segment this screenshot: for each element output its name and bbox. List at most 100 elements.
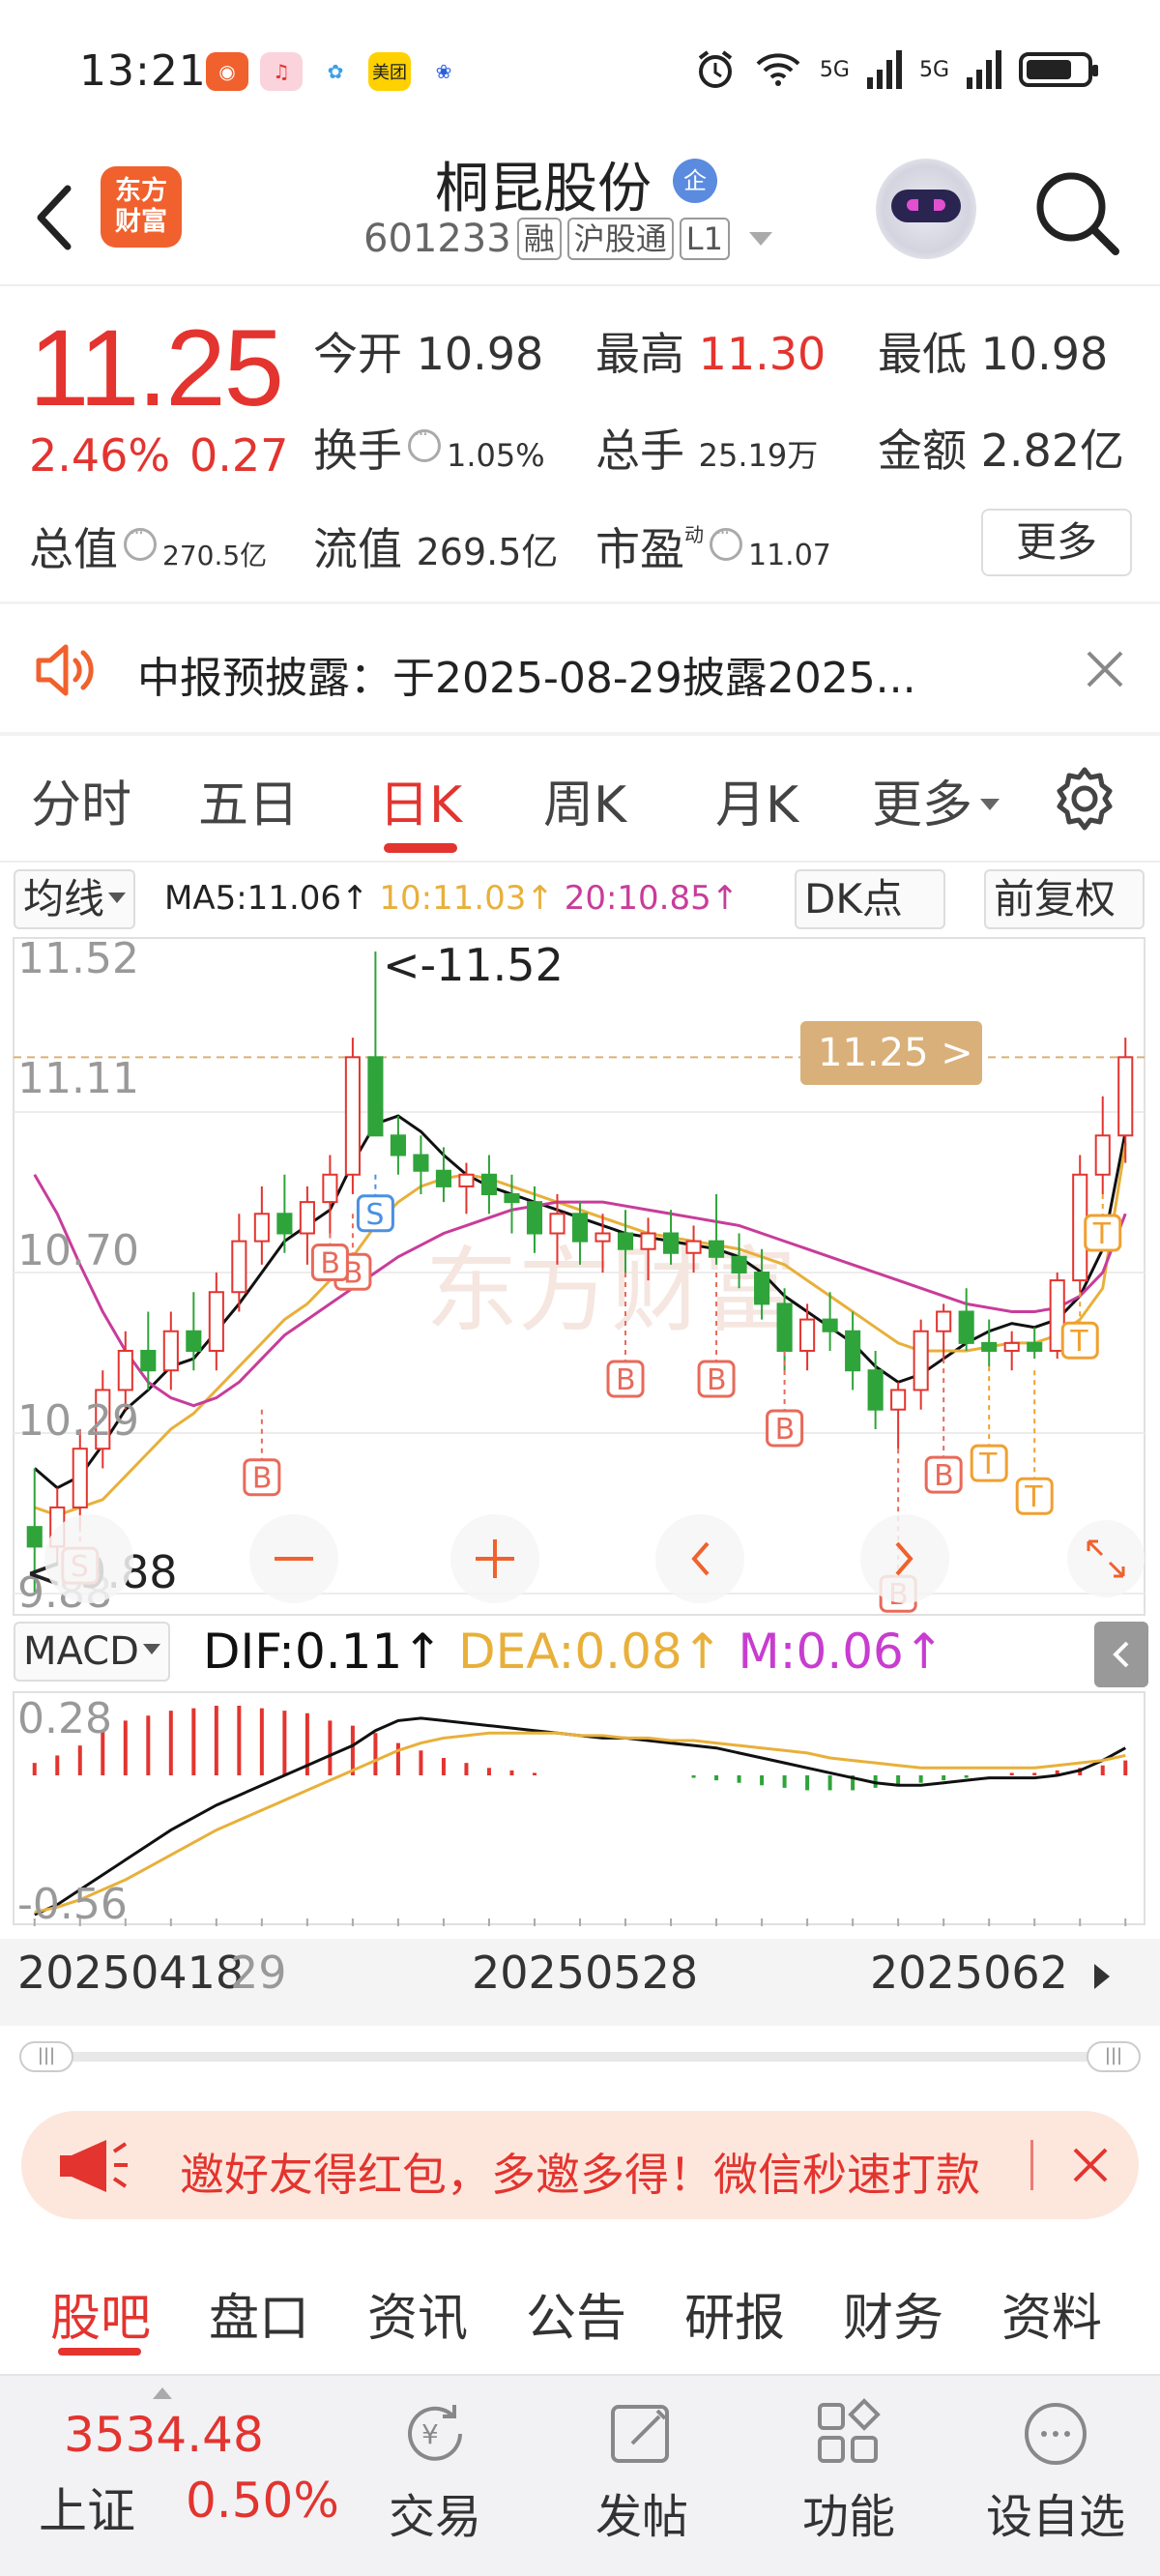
indicator-select[interactable]: 均线 <box>14 869 136 929</box>
high-field: 最高 11.30 <box>595 319 826 383</box>
pe-superscript: 动 <box>684 523 704 546</box>
candle-body <box>322 1173 338 1204</box>
macd-select[interactable]: MACD <box>14 1622 170 1682</box>
more-quote-button[interactable]: 更多 <box>981 509 1132 576</box>
candle-body <box>526 1201 543 1235</box>
high-marker: <-11.52 <box>383 939 564 991</box>
caret-down-icon <box>108 893 127 903</box>
close-icon[interactable] <box>1081 645 1129 693</box>
date-label-4: 20250624 <box>870 1947 1069 1999</box>
tab-five-day[interactable]: 五日 <box>198 764 299 836</box>
info-icon[interactable] <box>408 423 441 462</box>
tab-profile[interactable]: 资料 <box>1001 2277 1102 2350</box>
tab-news[interactable]: 资讯 <box>367 2277 468 2350</box>
dea-value: DEA:0.08↑ <box>458 1624 723 1680</box>
candle-body <box>26 1526 43 1548</box>
assistant-robot-icon[interactable] <box>876 159 976 259</box>
candle-body <box>731 1255 747 1273</box>
low-value: 10.98 <box>980 328 1109 380</box>
caret-up-icon <box>153 2387 172 2399</box>
status-bar: 13:21 ◉ ♫ ✿ 美团 ❀ 5G 5G <box>0 0 1160 145</box>
tab-research[interactable]: 研报 <box>684 2277 785 2350</box>
tab-announcements[interactable]: 公告 <box>526 2277 626 2350</box>
trade-icon: ¥ <box>408 2405 462 2461</box>
functions-button[interactable]: 功能 <box>771 2395 926 2546</box>
price-adjust-select[interactable]: 前复权 <box>984 869 1145 929</box>
open-label: 今开 <box>313 328 402 380</box>
search-icon[interactable] <box>1029 164 1125 261</box>
status-indicators: 5G 5G <box>694 48 1098 91</box>
pinwheel-icon: ✿ <box>314 52 357 91</box>
tab-forum[interactable]: 股吧 <box>50 2277 151 2350</box>
candle-body <box>208 1291 224 1352</box>
gear-icon[interactable] <box>1052 766 1117 832</box>
macd-y-tick-max: 0.28 <box>17 1694 112 1743</box>
chevron-down-icon[interactable] <box>748 232 772 246</box>
candle-body <box>1117 1056 1134 1137</box>
signal-label: B <box>775 1413 796 1447</box>
tab-daily-k[interactable]: 日K <box>379 764 462 836</box>
scroll-handle-left[interactable]: ||| <box>19 2041 73 2072</box>
index-percent[interactable]: 0.50% <box>186 2473 339 2529</box>
percent-change: 2.46% <box>29 429 171 482</box>
invite-banner[interactable]: 邀好友得红包，多邀多得！微信秒速打款 <box>21 2111 1139 2219</box>
chart-range-scrollbar[interactable]: ||| ||| <box>19 2041 1141 2072</box>
pan-right-button[interactable] <box>860 1514 949 1603</box>
enterprise-badge: 企 <box>673 159 717 203</box>
candle-body <box>1094 1134 1111 1176</box>
low-label: 最低 <box>878 328 967 380</box>
chart-indicator-row: 均线 MA5:11.06↑ 10:11.03↑ 20:10.85↑ DK点 前复… <box>0 865 1160 935</box>
candle-body <box>617 1232 634 1250</box>
add-watchlist-button[interactable]: 设自选 <box>978 2395 1133 2546</box>
pe-value: 11.07 <box>748 539 831 572</box>
y-tick-4: 10.29 <box>17 1396 139 1446</box>
svg-text:¥: ¥ <box>421 2418 439 2450</box>
tab-weekly-k[interactable]: 周K <box>543 764 626 836</box>
pan-left-button[interactable] <box>655 1514 744 1603</box>
close-icon[interactable] <box>1069 2144 1112 2186</box>
signal-label: T <box>1092 1217 1112 1251</box>
info-icon[interactable] <box>710 521 742 561</box>
collapse-panel-button[interactable] <box>1094 1622 1148 1687</box>
turnover-field: 换手 1.05% <box>313 416 545 480</box>
play-right-icon[interactable] <box>1083 1952 1121 2001</box>
index-name[interactable]: 上证 <box>39 2473 135 2542</box>
turnover-value: 1.05% <box>447 437 545 474</box>
tab-more[interactable]: 更多 <box>872 764 1000 836</box>
candle-body <box>799 1318 816 1352</box>
rewind-button[interactable] <box>44 1514 133 1603</box>
kline-chart[interactable]: 东方财富 11.52 11.11 10.70 10.29 9.88 <-11.5… <box>0 936 1160 1618</box>
amount-field: 金额 2.82亿 <box>878 416 1124 480</box>
tab-monthly-k[interactable]: 月K <box>715 764 798 836</box>
signal-label: B <box>707 1363 727 1397</box>
post-icon <box>611 2405 669 2463</box>
active-tab-indicator <box>58 2348 141 2356</box>
signal-label: T <box>978 1448 998 1481</box>
candle-body <box>299 1201 315 1235</box>
back-icon[interactable] <box>29 174 87 261</box>
amount-value: 2.82亿 <box>980 424 1125 477</box>
baidu-icon: ❀ <box>422 52 465 91</box>
candle-body <box>162 1330 179 1372</box>
music-icon: ♫ <box>260 52 303 91</box>
signal-label: S <box>365 1198 384 1232</box>
candle-body <box>549 1213 566 1235</box>
macd-indicator-row: MACD DIF:0.11↑ DEA:0.08↑ M:0.06↑ <box>0 1618 1160 1687</box>
current-price-tag[interactable]: 11.25 > <box>800 1021 982 1085</box>
trade-button[interactable]: ¥ 交易 <box>358 2395 512 2546</box>
tab-intraday[interactable]: 分时 <box>31 764 131 836</box>
post-button[interactable]: 发帖 <box>565 2395 719 2546</box>
scroll-handle-right[interactable]: ||| <box>1087 2041 1141 2072</box>
date-label-2: 29 <box>230 1947 287 1999</box>
fullscreen-button[interactable] <box>1067 1520 1145 1597</box>
tab-orderbook[interactable]: 盘口 <box>209 2277 309 2350</box>
notice-bar[interactable]: 中报预披露：于2025-08-29披露2025... <box>0 604 1160 732</box>
tab-financials[interactable]: 财务 <box>843 2277 943 2350</box>
index-value[interactable]: 3534.48 <box>64 2407 264 2463</box>
macd-chart[interactable]: 0.28 -0.56 <box>0 1690 1160 1938</box>
info-icon[interactable] <box>124 521 157 561</box>
stock-code-row[interactable]: 601233 融 沪股通 L1 <box>363 217 772 261</box>
divider <box>0 732 1160 736</box>
invite-text: 邀好友得红包，多邀多得！微信秒速打款 <box>180 2149 980 2201</box>
dk-point-select[interactable]: DK点 <box>795 869 945 929</box>
